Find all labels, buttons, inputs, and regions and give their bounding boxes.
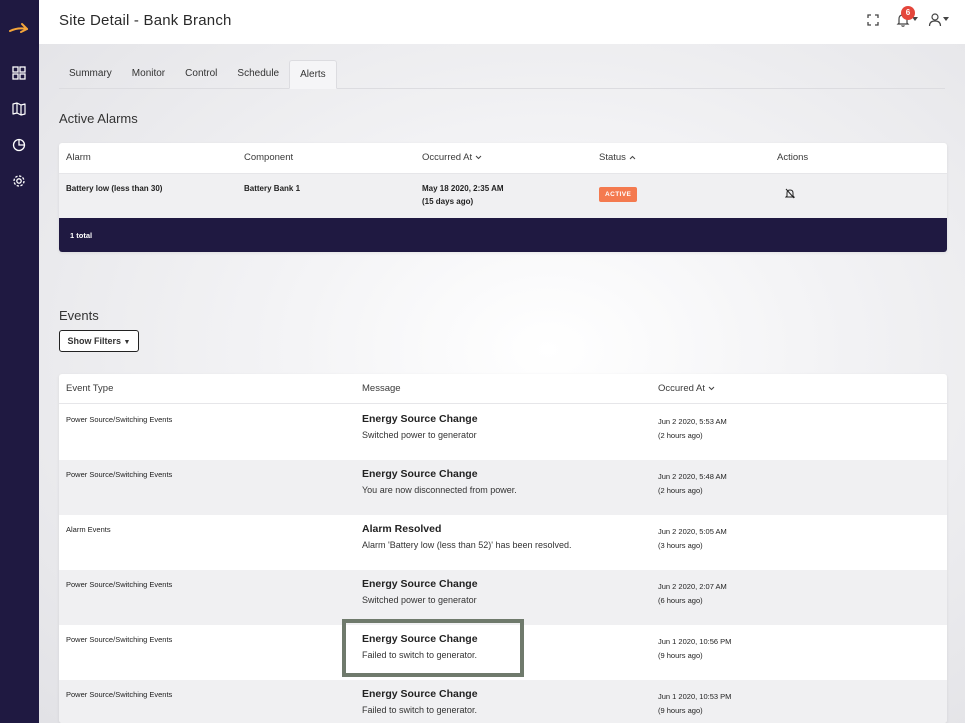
- mute-bell-icon[interactable]: [785, 188, 795, 199]
- tab-bar: Summary Monitor Control Schedule Alerts: [59, 60, 945, 89]
- event-title: Energy Source Change: [362, 578, 478, 590]
- tab-summary[interactable]: Summary: [59, 60, 122, 89]
- event-title: Alarm Resolved: [362, 523, 442, 535]
- event-date: Jun 2 2020, 5:05 AM (3 hours ago): [658, 527, 727, 550]
- tab-schedule[interactable]: Schedule: [227, 60, 289, 89]
- page-title: Site Detail - Bank Branch: [59, 12, 232, 29]
- table-row: Power Source/Switching Events Energy Sou…: [59, 570, 947, 625]
- gear-icon[interactable]: [11, 173, 27, 189]
- col-occured-sort[interactable]: Occured At: [658, 383, 715, 394]
- event-message: Failed to switch to generator.: [362, 705, 478, 715]
- event-title: Energy Source Change: [362, 688, 478, 700]
- event-date: Jun 1 2020, 10:56 PM (9 hours ago): [658, 637, 732, 660]
- table-row: Battery low (less than 30) Battery Bank …: [59, 174, 947, 218]
- event-type: Power Source/Switching Events: [66, 690, 173, 699]
- active-alarms-table: Alarm Component Occurred At Status Actio…: [59, 143, 947, 252]
- event-message: Alarm 'Battery low (less than 52)' has b…: [362, 540, 572, 550]
- alarm-ago: (15 days ago): [422, 197, 474, 206]
- total-count: 1 total: [70, 231, 93, 240]
- alarm-name: Battery low (less than 30): [66, 184, 163, 193]
- event-message: Switched power to generator: [362, 595, 477, 605]
- status-badge: ACTIVE: [599, 187, 638, 202]
- table-footer: 1 total: [59, 218, 947, 252]
- alarm-component: Battery Bank 1: [244, 184, 301, 193]
- chevron-up-icon: [629, 155, 635, 160]
- events-table: Event Type Message Occured At Power Sour…: [59, 374, 947, 723]
- event-title: Energy Source Change: [362, 413, 478, 425]
- table-row: Power Source/Switching Events Energy Sou…: [59, 460, 947, 515]
- event-type: Power Source/Switching Events: [66, 580, 173, 589]
- col-status-sort[interactable]: Status: [599, 152, 636, 163]
- table-header: [59, 143, 947, 174]
- event-message: You are now disconnected from power.: [362, 485, 517, 495]
- sidebar: [0, 0, 39, 723]
- event-date: Jun 2 2020, 5:53 AM (2 hours ago): [658, 417, 727, 440]
- chevron-down-icon: [708, 386, 714, 391]
- chevron-down-icon: [475, 155, 482, 160]
- logo-arrow-icon[interactable]: [8, 18, 30, 38]
- main-content: Summary Monitor Control Schedule Alerts …: [39, 44, 965, 723]
- table-row: Power Source/Switching Events Energy Sou…: [59, 680, 947, 723]
- table-header: [59, 374, 947, 404]
- event-type: Alarm Events: [66, 525, 111, 534]
- col-alarm: Alarm: [66, 152, 91, 163]
- col-occurred-sort[interactable]: Occurred At: [422, 152, 482, 163]
- table-row: Power Source/Switching Events Energy Sou…: [59, 405, 947, 460]
- events-title: Events: [59, 308, 99, 323]
- map-icon[interactable]: [11, 101, 27, 117]
- show-filters-button[interactable]: Show Filters ▼: [59, 330, 139, 352]
- user-icon[interactable]: [928, 12, 942, 28]
- pie-chart-icon[interactable]: [11, 137, 27, 153]
- col-component: Component: [244, 152, 294, 163]
- caret-down-icon: ▼: [123, 339, 131, 346]
- fullscreen-icon[interactable]: [866, 13, 880, 27]
- event-title: Energy Source Change: [362, 633, 478, 645]
- event-message: Switched power to generator: [362, 430, 477, 440]
- event-date: Jun 2 2020, 5:48 AM (2 hours ago): [658, 472, 727, 495]
- event-type: Power Source/Switching Events: [66, 470, 173, 479]
- chevron-down-icon[interactable]: [943, 17, 949, 22]
- table-row: Power Source/Switching Events Energy Sou…: [59, 625, 947, 680]
- tab-control[interactable]: Control: [175, 60, 227, 89]
- notification-badge: 6: [901, 6, 915, 20]
- table-row: Alarm Events Alarm Resolved Alarm 'Batte…: [59, 515, 947, 570]
- tab-monitor[interactable]: Monitor: [122, 60, 175, 89]
- top-bar: Site Detail - Bank Branch 6: [39, 0, 965, 44]
- tab-alerts[interactable]: Alerts: [289, 60, 337, 89]
- event-message: Failed to switch to generator.: [362, 650, 478, 660]
- event-title: Energy Source Change: [362, 468, 478, 480]
- active-alarms-title: Active Alarms: [59, 111, 138, 126]
- event-date: Jun 1 2020, 10:53 PM (9 hours ago): [658, 692, 732, 715]
- col-event-type: Event Type: [66, 383, 114, 394]
- grid-icon[interactable]: [11, 65, 27, 81]
- alarm-date: May 18 2020, 2:35 AM: [422, 184, 504, 193]
- event-date: Jun 2 2020, 2:07 AM (6 hours ago): [658, 582, 727, 605]
- event-type: Power Source/Switching Events: [66, 635, 173, 644]
- col-message: Message: [362, 383, 401, 394]
- event-type: Power Source/Switching Events: [66, 415, 173, 424]
- col-actions: Actions: [777, 152, 809, 163]
